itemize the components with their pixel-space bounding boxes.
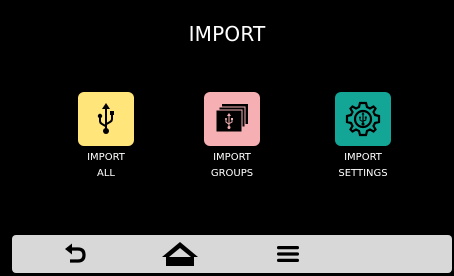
bottom-nav-bar bbox=[12, 235, 452, 273]
import-groups-button[interactable]: IMPORT GROUPS bbox=[177, 92, 287, 192]
menu-button[interactable] bbox=[264, 235, 312, 273]
import-settings-label-line2: SETTINGS bbox=[338, 168, 388, 179]
import-all-label-line1: IMPORT bbox=[87, 152, 125, 163]
gear-settings-icon bbox=[335, 92, 391, 146]
home-icon bbox=[162, 242, 198, 266]
page-title: IMPORT bbox=[188, 22, 266, 46]
import-groups-label: IMPORT GROUPS bbox=[177, 150, 287, 182]
import-all-button[interactable]: IMPORT ALL bbox=[51, 92, 161, 192]
import-all-label: IMPORT ALL bbox=[51, 150, 161, 182]
import-settings-label-line1: IMPORT bbox=[344, 152, 382, 163]
import-groups-label-line1: IMPORT bbox=[213, 152, 251, 163]
import-settings-label: IMPORT SETTINGS bbox=[308, 150, 418, 182]
import-all-label-line2: ALL bbox=[97, 168, 115, 179]
usb-stack-icon bbox=[204, 92, 260, 146]
usb-icon bbox=[78, 92, 134, 146]
back-button[interactable] bbox=[52, 235, 100, 273]
menu-icon bbox=[277, 246, 299, 262]
import-settings-button[interactable]: IMPORT SETTINGS bbox=[308, 92, 418, 192]
home-button[interactable] bbox=[156, 235, 204, 273]
import-groups-label-line2: GROUPS bbox=[210, 168, 254, 179]
back-arrow-icon bbox=[65, 243, 86, 263]
